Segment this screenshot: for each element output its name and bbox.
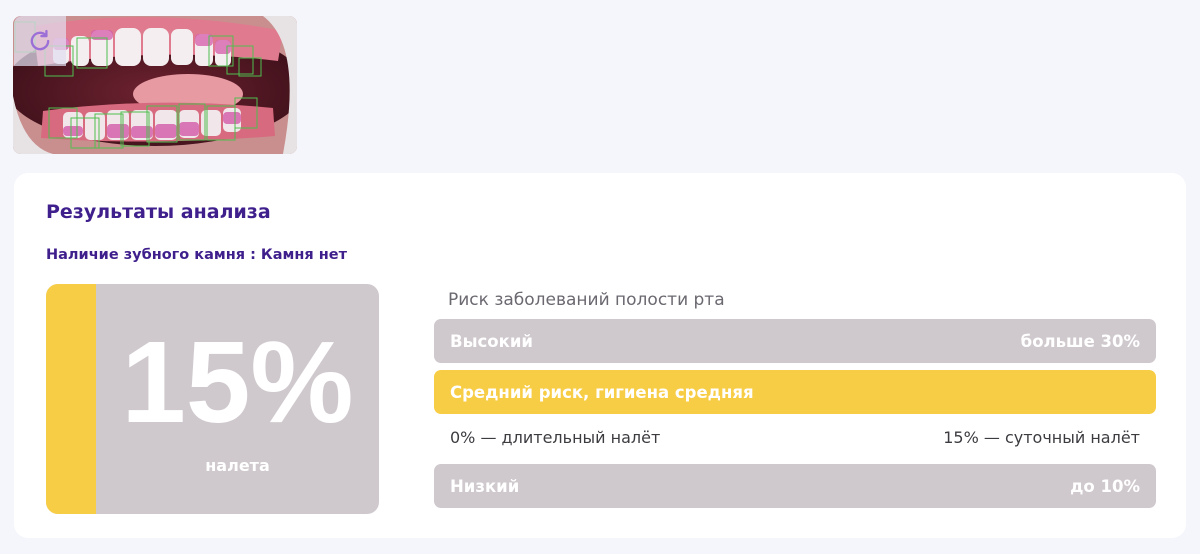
risk-bar-low: Низкий до 10% [434, 464, 1156, 508]
teeth-analysis-image [13, 16, 297, 154]
plaque-percent-label: налета [205, 456, 270, 475]
risk-bar-medium: Средний риск, гигиена средняя [434, 370, 1156, 414]
risk-section-title: Риск заболеваний полости рта [448, 290, 725, 310]
risk-medium-label: Средний риск, гигиена средняя [450, 382, 754, 402]
tartar-separator: : [250, 247, 256, 263]
tartar-status: Наличие зубного камня: Камня нет [46, 247, 347, 263]
risk-low-range: до 10% [1070, 476, 1140, 496]
legend-right: 15% — суточный налёт [943, 428, 1140, 447]
legend-left: 0% — длительный налёт [450, 428, 661, 447]
refresh-icon [30, 29, 50, 51]
plaque-percent-value: 15% [121, 317, 354, 447]
tartar-label: Наличие зубного камня [46, 247, 246, 263]
results-card: Результаты анализа Наличие зубного камня… [14, 173, 1186, 538]
risk-low-label: Низкий [450, 476, 520, 496]
risk-bar-high: Высокий больше 30% [434, 319, 1156, 363]
plaque-legend: 0% — длительный налёт 15% — суточный нал… [450, 428, 1140, 447]
tartar-value: Камня нет [260, 247, 348, 263]
results-title: Результаты анализа [46, 201, 271, 223]
plaque-level-strip [46, 284, 96, 514]
plaque-percentage-card: 15% налета [46, 284, 379, 514]
refresh-button[interactable] [14, 16, 66, 66]
risk-high-range: больше 30% [1020, 331, 1140, 351]
risk-high-label: Высокий [450, 331, 533, 351]
